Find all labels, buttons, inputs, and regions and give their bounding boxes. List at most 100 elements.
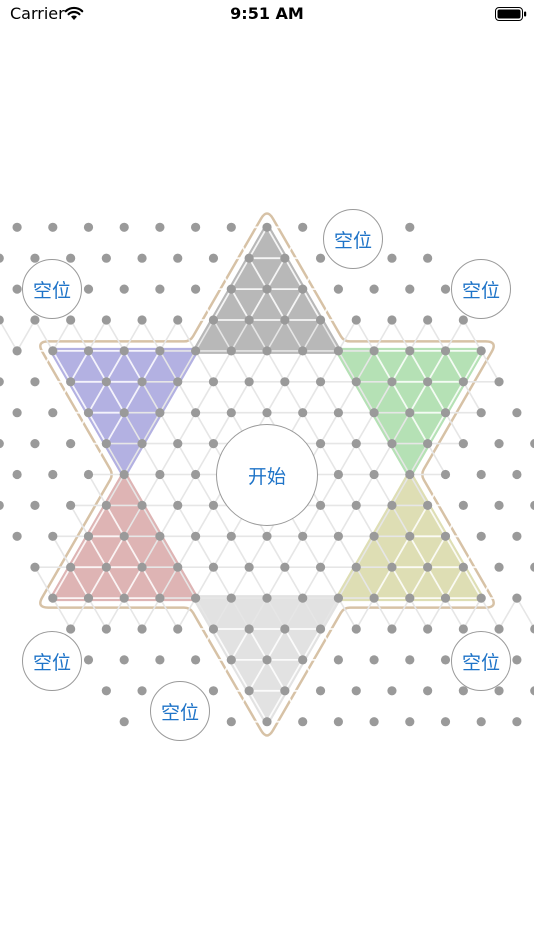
board-hole [30,439,40,449]
board-hole [315,562,326,572]
board-hole [440,655,451,665]
board-hole [191,531,201,541]
seat-upper-right-button[interactable]: 空位 [451,259,511,319]
grid-line [409,628,429,661]
board-hole [405,408,415,418]
board-hole [333,655,343,665]
board-hole [405,469,415,480]
seat-upper-left-button[interactable]: 空位 [22,259,82,319]
grid-line [355,628,375,661]
board-hole [0,253,4,263]
grid-line [105,628,125,661]
grid-line [123,690,143,723]
board-hole [458,439,468,449]
grid-line [426,288,447,321]
grid-line [373,257,393,290]
grid-line [337,690,358,723]
board-hole [12,469,22,480]
grid-line [141,226,161,259]
board-hole [530,562,534,572]
seat-lower-right-button[interactable]: 空位 [451,631,511,691]
grid-line [141,257,161,290]
board-hole [101,377,111,387]
board-hole [476,408,486,418]
board-hole [423,439,433,449]
board-hole [48,531,58,541]
board-hole [405,222,415,232]
board-hole [173,439,183,449]
grid-line [16,535,36,568]
board-hole [405,717,415,727]
grid-line [34,443,54,475]
board-hole [30,500,40,510]
grid-line [141,628,161,661]
grid-line [480,690,500,723]
board-hole [405,593,415,603]
board-hole [101,624,111,634]
board-hole [155,346,165,356]
board-hole [155,284,165,294]
seat-lower-left-button[interactable]: 空位 [22,631,82,691]
grid-line [176,257,197,290]
board-hole [173,562,183,572]
grid-line [498,566,518,599]
grid-line [0,350,18,383]
seat-bottom-left-button[interactable]: 空位 [150,681,210,741]
board-hole [208,500,219,510]
board-hole [298,284,308,294]
board-hole [48,346,58,356]
grid-line [123,226,143,259]
board-hole [530,439,534,449]
board-hole [226,531,236,541]
board-hole [226,408,236,418]
board-hole [137,562,147,572]
grid-line [516,504,534,537]
board-hole [101,253,111,263]
board-hole [101,562,111,572]
grid-line [34,412,54,445]
grid-line [373,690,393,723]
grid-line [516,659,534,692]
board-hole [280,315,290,325]
board-hole [191,469,201,480]
grid-line [34,535,54,568]
board-hole [262,655,272,665]
board-hole [315,315,326,325]
board-hole [48,593,58,603]
board-hole [458,315,468,325]
board-hole [173,500,183,510]
grid-line [355,288,375,321]
board-hole [48,408,58,418]
board-hole [137,500,147,510]
grid-line [426,628,447,661]
grid-line [516,535,534,568]
board-hole [83,284,94,294]
grid-line [301,690,322,723]
board-hole [101,315,111,325]
board-hole [280,562,290,572]
grid-line [194,659,215,692]
board-hole [387,624,397,634]
board-hole [333,469,343,480]
grid-line [480,412,500,445]
board-hole [12,408,22,418]
board-hole [494,377,504,387]
board-hole [440,593,451,603]
grid-line [391,257,411,290]
grid-line [176,628,197,661]
seat-top-right-button[interactable]: 空位 [323,209,383,269]
board-hole [405,655,415,665]
board-hole [405,284,415,294]
grid-line [159,257,179,290]
grid-line [0,319,18,352]
start-button[interactable]: 开始 [216,424,318,526]
board-hole [530,624,534,634]
grid-line [105,690,125,723]
grid-line [391,628,411,661]
board-hole [351,686,361,696]
board-hole [423,253,433,263]
board-hole [173,315,183,325]
board-hole [191,593,201,603]
board-hole [173,377,183,387]
board-hole [333,531,343,541]
